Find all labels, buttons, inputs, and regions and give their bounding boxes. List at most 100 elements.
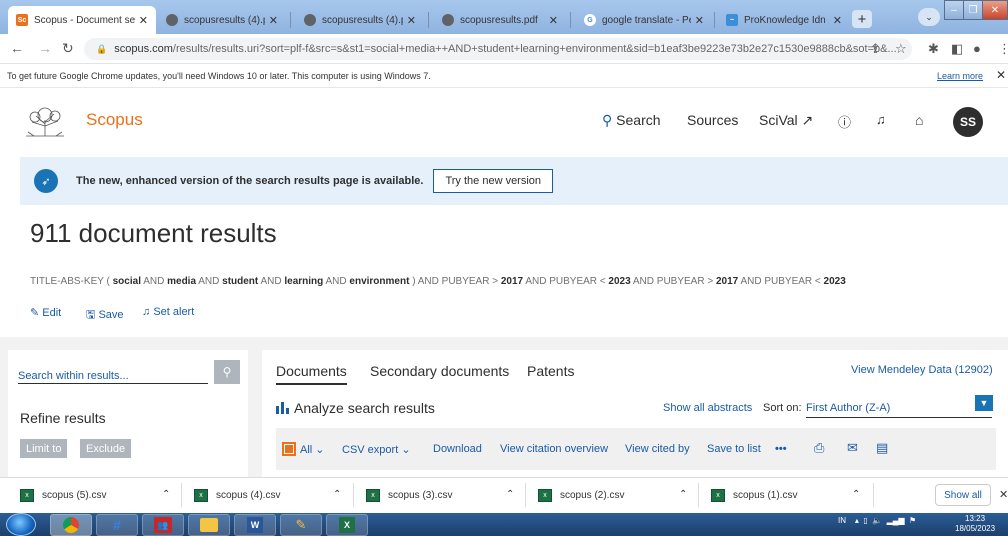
show-all-downloads-button[interactable]: Show all bbox=[935, 484, 991, 506]
bibliography-icon[interactable]: ▤ bbox=[876, 440, 888, 456]
tab-proknowledge[interactable]: ~ ProKnowledge Idn - As ✕ bbox=[718, 6, 850, 34]
view-citation-overview-button[interactable]: View citation overview bbox=[500, 443, 608, 455]
app-taskbar-icon[interactable]: # bbox=[96, 514, 138, 536]
sources-nav[interactable]: Sources bbox=[687, 112, 738, 128]
clock[interactable]: 13:23 18/05/2023 bbox=[955, 514, 995, 534]
query-term: media bbox=[167, 276, 197, 287]
all-dropdown[interactable]: All ⌄ bbox=[300, 443, 325, 456]
excel-taskbar-icon[interactable]: X bbox=[326, 514, 368, 536]
save-action[interactable]: 🖫 Save bbox=[86, 306, 124, 325]
download-item[interactable]: x scopus (2).csv bbox=[538, 489, 624, 502]
institution-icon[interactable]: ⌂ bbox=[915, 112, 923, 128]
restore-button[interactable]: ❐ bbox=[963, 0, 983, 20]
tab-google-translate[interactable]: G google translate - Peng ✕ bbox=[576, 6, 712, 34]
chevron-up-icon[interactable]: ⌃ bbox=[333, 489, 341, 500]
forward-arrow-icon[interactable]: → bbox=[38, 40, 52, 56]
sort-select[interactable]: First Author (Z-A) bbox=[806, 396, 992, 418]
word-taskbar-icon[interactable]: W bbox=[234, 514, 276, 536]
star-icon[interactable]: ☆ bbox=[895, 41, 907, 57]
select-all-checkbox[interactable] bbox=[282, 442, 296, 456]
tab-documents[interactable]: Documents bbox=[276, 363, 347, 385]
scopus-brand[interactable]: Scopus bbox=[86, 110, 143, 130]
close-icon[interactable]: ✕ bbox=[695, 14, 704, 27]
tab-scopus[interactable]: Sc Scopus - Document sea ✕ bbox=[8, 6, 156, 34]
start-button[interactable] bbox=[6, 513, 36, 536]
try-new-version-button[interactable]: Try the new version bbox=[433, 169, 554, 193]
scival-nav[interactable]: SciVal ↗ bbox=[759, 112, 813, 129]
divider bbox=[181, 483, 182, 507]
help-icon[interactable]: ⓘ bbox=[838, 112, 851, 131]
save-to-list-button[interactable]: Save to list bbox=[707, 443, 761, 455]
download-item[interactable]: x scopus (4).csv bbox=[194, 489, 280, 502]
new-tab-button[interactable]: + bbox=[852, 10, 872, 28]
close-icon[interactable]: ✕ bbox=[999, 488, 1008, 501]
back-arrow-icon[interactable]: ← bbox=[10, 40, 24, 56]
download-button[interactable]: Download bbox=[433, 443, 482, 455]
query-term: 2017 bbox=[715, 276, 739, 287]
avatar[interactable]: SS bbox=[953, 107, 983, 137]
tab-secondary-documents[interactable]: Secondary documents bbox=[370, 363, 509, 379]
share-icon[interactable]: ⇪ bbox=[870, 41, 881, 57]
tab-title: Scopus - Document sea bbox=[34, 14, 135, 26]
reload-icon[interactable]: ↻ bbox=[62, 40, 74, 57]
search-nav[interactable]: ⚲ Search bbox=[602, 112, 661, 129]
close-window-button[interactable]: ✕ bbox=[982, 0, 1008, 20]
bell-icon[interactable]: ♫ bbox=[876, 112, 886, 127]
chevron-up-icon[interactable]: ⌃ bbox=[679, 489, 687, 500]
edit-action[interactable]: ✎ Edit bbox=[30, 306, 61, 319]
exclude-button[interactable]: Exclude bbox=[80, 439, 132, 458]
chrome-taskbar-icon[interactable] bbox=[50, 514, 92, 536]
tab-pdf-3[interactable]: scopusresults.pdf ✕ bbox=[434, 6, 566, 34]
close-icon[interactable]: ✕ bbox=[269, 14, 278, 27]
tab-pdf-1[interactable]: scopusresults (4).pdf ✕ bbox=[158, 6, 286, 34]
close-icon[interactable]: ✕ bbox=[996, 68, 1006, 82]
show-all-abstracts-link[interactable]: Show all abstracts bbox=[663, 402, 752, 414]
download-item[interactable]: x scopus (3).csv bbox=[366, 489, 452, 502]
close-icon[interactable]: ✕ bbox=[139, 14, 148, 27]
tab-title: scopusresults (4).pdf bbox=[184, 14, 265, 26]
elsevier-tree-logo[interactable] bbox=[22, 106, 68, 138]
download-item[interactable]: x scopus (1).csv bbox=[711, 489, 797, 502]
download-item[interactable]: x scopus (5).csv bbox=[20, 489, 106, 502]
banner-message: The new, enhanced version of the search … bbox=[76, 175, 424, 187]
globe-icon bbox=[166, 14, 178, 26]
profile-icon[interactable]: ● bbox=[973, 41, 981, 56]
set-alert-action[interactable]: ♫ Set alert bbox=[142, 306, 194, 318]
close-icon[interactable]: ✕ bbox=[833, 14, 842, 27]
side-panel-icon[interactable]: ◧ bbox=[951, 41, 963, 57]
chevron-up-icon[interactable]: ⌃ bbox=[506, 489, 514, 500]
tab-title: ProKnowledge Idn - As bbox=[744, 14, 829, 26]
chevron-down-icon[interactable]: ▼ bbox=[975, 395, 993, 411]
url-input[interactable]: 🔒 scopus.com/results/results.uri?sort=pl… bbox=[84, 38, 912, 60]
tab-search-chevron-down-icon[interactable]: ⌄ bbox=[918, 8, 940, 26]
chevron-up-icon[interactable]: ⌃ bbox=[852, 489, 860, 500]
limit-to-button[interactable]: Limit to bbox=[20, 439, 68, 458]
bell-icon: ♫ bbox=[142, 306, 151, 318]
close-icon[interactable]: ✕ bbox=[549, 14, 558, 27]
tab-pdf-2[interactable]: scopusresults (4).pdf ✕ bbox=[296, 6, 424, 34]
app-taskbar-icon[interactable]: 👥 bbox=[142, 514, 184, 536]
tab-separator bbox=[714, 12, 715, 28]
view-cited-by-button[interactable]: View cited by bbox=[625, 443, 690, 455]
paint-taskbar-icon[interactable]: ✎ bbox=[280, 514, 322, 536]
chevron-up-icon[interactable]: ⌃ bbox=[162, 489, 170, 500]
explorer-taskbar-icon[interactable] bbox=[188, 514, 230, 536]
tab-patents[interactable]: Patents bbox=[527, 363, 574, 379]
learn-more-link[interactable]: Learn more bbox=[937, 71, 983, 81]
print-icon[interactable]: ⎙ bbox=[814, 440, 824, 456]
close-icon[interactable]: ✕ bbox=[407, 14, 416, 27]
view-mendeley-data-link[interactable]: View Mendeley Data (12902) bbox=[851, 364, 993, 376]
csv-export-button[interactable]: CSV export ⌄ bbox=[342, 443, 411, 456]
sort-label: Sort on: bbox=[763, 402, 802, 414]
divider bbox=[698, 483, 699, 507]
email-icon[interactable]: ✉ bbox=[847, 440, 858, 456]
analyze-search-results-link[interactable]: Analyze search results bbox=[276, 400, 435, 416]
search-within-button[interactable]: ⚲ bbox=[214, 360, 240, 384]
minimize-button[interactable]: – bbox=[944, 0, 964, 20]
search-within-input[interactable]: Search within results... bbox=[18, 362, 208, 384]
more-options-button[interactable]: ••• bbox=[775, 443, 787, 455]
system-tray[interactable]: IN ▴ ▯ 🔈 ▂▄▆ ⚑ bbox=[838, 516, 916, 525]
menu-icon[interactable]: ⋮ bbox=[998, 41, 1008, 57]
extensions-icon[interactable]: ✱ bbox=[928, 41, 939, 57]
tab-separator bbox=[570, 12, 571, 28]
